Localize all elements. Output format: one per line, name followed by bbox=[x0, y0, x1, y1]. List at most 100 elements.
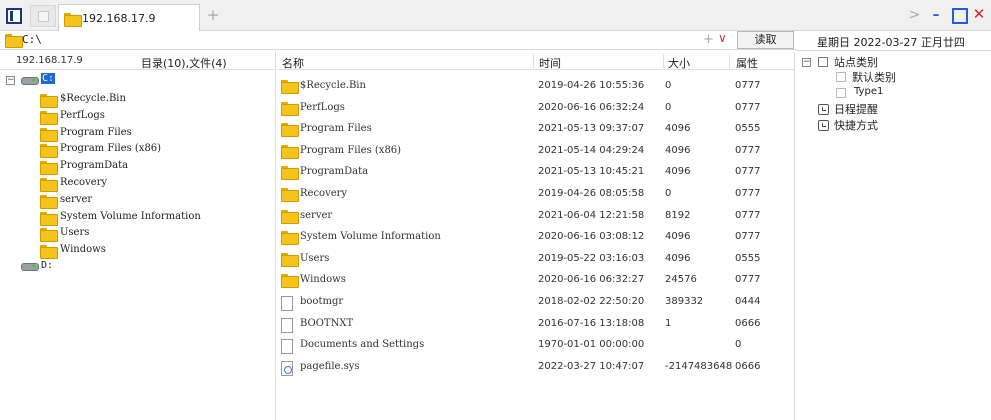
folder-icon bbox=[281, 144, 299, 159]
file-attr: 0777 bbox=[735, 101, 761, 113]
tab-active[interactable]: 192.168.17.9 bbox=[58, 4, 200, 31]
tree-drive-d[interactable]: D: bbox=[41, 260, 53, 271]
file-time: 2020-06-16 06:32:27 bbox=[538, 274, 645, 286]
add-bookmark-button[interactable]: + bbox=[703, 32, 714, 47]
file-size: 4096 bbox=[665, 231, 691, 243]
column-divider[interactable] bbox=[663, 54, 664, 68]
path-input[interactable]: C:\ bbox=[22, 33, 42, 46]
inactive-tab[interactable] bbox=[30, 5, 56, 27]
column-header-time[interactable]: 时间 bbox=[539, 55, 561, 71]
file-size: 0 bbox=[665, 80, 672, 91]
file-size: 389332 bbox=[665, 296, 704, 307]
file-attr: 0666 bbox=[735, 317, 761, 329]
schedule-icon bbox=[818, 104, 829, 115]
tree-folder-label: Users bbox=[60, 227, 90, 239]
tree-shortcuts[interactable]: 快捷方式 bbox=[834, 117, 878, 133]
file-row[interactable]: Program Files (x86) 2021-05-14 04:29:24 40… bbox=[277, 141, 795, 162]
tree-default-category[interactable]: 默认类别 bbox=[852, 69, 896, 85]
tree-folder-label: ProgramData bbox=[60, 160, 129, 172]
folder-icon bbox=[281, 209, 299, 224]
file-row[interactable]: server 2021-06-04 12:21:58 8192 0777 bbox=[277, 206, 795, 227]
maximize-button[interactable] bbox=[950, 8, 968, 24]
system-file-icon bbox=[281, 360, 293, 376]
file-size: 4096 bbox=[665, 123, 691, 135]
column-header-size[interactable]: 大小 bbox=[668, 55, 690, 71]
file-time: 1970-01-01 00:00:00 bbox=[538, 339, 645, 351]
file-row[interactable]: Program Files 2021-05-13 09:37:07 4096 0555 bbox=[277, 119, 795, 140]
file-size: 0 bbox=[665, 101, 672, 113]
file-list: 名称 时间 大小 属性 $Recycle.Bin 2019-04-26 10:55… bbox=[277, 52, 795, 420]
file-name: BOOTNXT bbox=[300, 317, 354, 329]
file-row[interactable]: bootmgr 2018-02-02 22:50:20 389332 0444 bbox=[277, 292, 795, 313]
folder-icon bbox=[40, 127, 58, 142]
panel-toggle-icon[interactable] bbox=[6, 8, 22, 24]
file-row[interactable]: PerfLogs 2020-06-16 06:32:24 0 0777 bbox=[277, 98, 795, 119]
file-size: 24576 bbox=[665, 274, 697, 286]
folder-icon bbox=[40, 228, 58, 243]
collapse-icon[interactable]: − bbox=[6, 76, 15, 85]
close-button[interactable]: ✕ bbox=[971, 6, 987, 22]
file-name: server bbox=[300, 209, 333, 221]
column-divider[interactable] bbox=[533, 54, 534, 68]
tree-folder-label: PerfLogs bbox=[60, 109, 105, 121]
folder-icon bbox=[281, 80, 299, 94]
file-size: 1 bbox=[665, 317, 672, 329]
category-icon bbox=[836, 88, 846, 98]
side-panel: 星期日 2022-03-27 正月廿四 − 站点类别 默认类别 Type1 日程… bbox=[796, 31, 991, 420]
window-controls: > – ✕ bbox=[905, 6, 988, 24]
folder-icon bbox=[40, 161, 58, 176]
tree-folder-label: $Recycle.Bin bbox=[60, 93, 126, 104]
minimize-button[interactable]: – bbox=[928, 7, 944, 23]
column-header-attr[interactable]: 属性 bbox=[736, 55, 758, 71]
file-name: pagefile.sys bbox=[300, 360, 360, 372]
file-size: 4096 bbox=[665, 166, 691, 178]
file-size: -2147483648 bbox=[665, 360, 733, 372]
file-name: Windows bbox=[300, 274, 346, 286]
file-time: 2022-03-27 10:47:07 bbox=[538, 360, 645, 372]
tree-drive-c[interactable]: C: bbox=[41, 73, 56, 84]
file-attr: 0777 bbox=[735, 231, 761, 243]
file-row[interactable]: Documents and Settings 1970-01-01 00:00:0… bbox=[277, 335, 795, 356]
tree-schedule[interactable]: 日程提醒 bbox=[834, 101, 878, 117]
path-dropdown-button[interactable]: ∨ bbox=[718, 31, 727, 45]
file-attr: 0555 bbox=[735, 252, 761, 264]
new-tab-button[interactable]: + bbox=[205, 7, 221, 23]
file-name: Program Files bbox=[300, 123, 372, 135]
file-time: 2021-05-14 04:29:24 bbox=[538, 144, 645, 156]
tree-site-category[interactable]: 站点类别 bbox=[834, 54, 878, 70]
file-time: 2020-06-16 06:32:24 bbox=[538, 101, 645, 113]
file-row[interactable]: Recovery 2019-04-26 08:05:58 0 0777 bbox=[277, 184, 795, 205]
host-label: 192.168.17.9 bbox=[16, 55, 83, 66]
file-time: 2019-05-22 03:16:03 bbox=[538, 252, 645, 264]
file-time: 2021-05-13 09:37:07 bbox=[538, 123, 645, 135]
chevron-right-icon[interactable]: > bbox=[907, 7, 923, 23]
file-row[interactable]: pagefile.sys 2022-03-27 10:47:07 -21474836… bbox=[277, 357, 795, 378]
folder-icon bbox=[281, 123, 299, 138]
folder-icon bbox=[40, 94, 58, 108]
file-time: 2019-04-26 08:05:58 bbox=[538, 188, 645, 199]
folder-icon bbox=[281, 274, 299, 289]
column-divider[interactable] bbox=[729, 54, 730, 68]
file-row[interactable]: System Volume Information 2020-06-16 03:0… bbox=[277, 227, 795, 248]
tree-folder-label: Program Files (x86) bbox=[60, 143, 162, 155]
read-button[interactable]: 读取 bbox=[737, 31, 794, 49]
column-header-name[interactable]: 名称 bbox=[282, 55, 304, 71]
file-row[interactable]: $Recycle.Bin 2019-04-26 10:55:36 0 0777 bbox=[277, 76, 795, 97]
tab-label: 192.168.17.9 bbox=[82, 12, 156, 25]
file-time: 2021-06-04 12:21:58 bbox=[538, 209, 645, 221]
hard-drive-icon bbox=[21, 75, 39, 85]
file-attr: 0777 bbox=[735, 274, 761, 286]
folder-icon bbox=[281, 101, 299, 116]
file-row[interactable]: Windows 2020-06-16 06:32:27 24576 0777 bbox=[277, 270, 795, 291]
file-attr: 0666 bbox=[735, 360, 761, 372]
tree-type1[interactable]: Type1 bbox=[854, 86, 883, 97]
folder-icon bbox=[40, 194, 58, 209]
collapse-icon[interactable]: − bbox=[802, 58, 811, 67]
hard-drive-icon bbox=[21, 261, 39, 271]
folder-icon bbox=[40, 178, 58, 192]
folder-icon bbox=[281, 166, 299, 181]
item-count: 目录(10),文件(4) bbox=[141, 57, 227, 70]
file-row[interactable]: ProgramData 2021-05-13 10:45:21 4096 0777 bbox=[277, 162, 795, 183]
file-row[interactable]: BOOTNXT 2016-07-16 13:18:08 1 0666 bbox=[277, 314, 795, 335]
file-row[interactable]: Users 2019-05-22 03:16:03 4096 0555 bbox=[277, 249, 795, 270]
